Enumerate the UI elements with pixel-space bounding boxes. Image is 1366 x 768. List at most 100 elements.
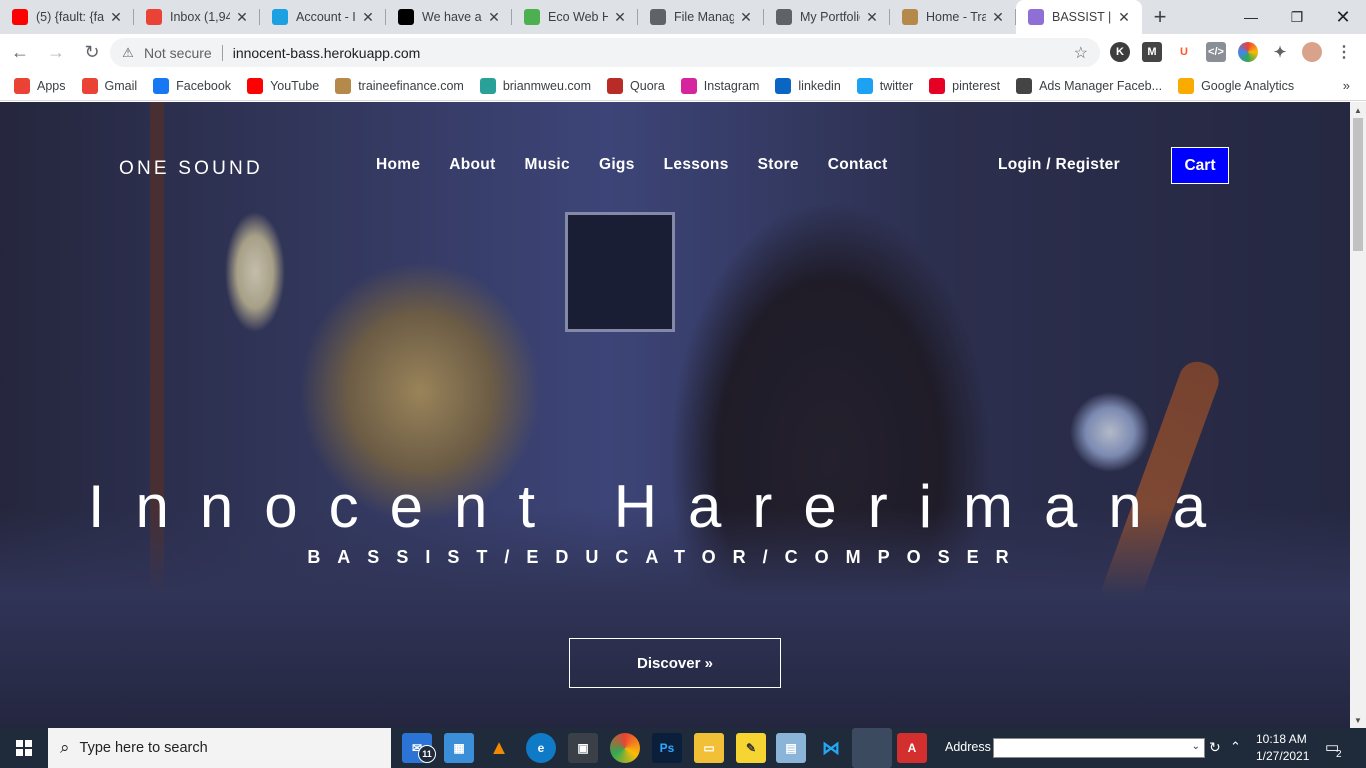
cart-button[interactable]: Cart	[1171, 147, 1229, 184]
tab-label: My Portfolio	[800, 10, 860, 24]
taskbar-address-input[interactable]: ⌄	[993, 738, 1205, 758]
browser-tab[interactable]: Eco Web Ho ✕	[512, 0, 638, 34]
tab-close-icon[interactable]: ✕	[738, 9, 754, 26]
back-button[interactable]: ←	[4, 37, 36, 69]
extensions-puzzle-icon[interactable]: ✦	[1270, 42, 1290, 62]
photoshop-taskbar-icon[interactable]: Ps	[652, 733, 682, 763]
vlc-taskbar-icon[interactable]: ▲	[484, 733, 514, 763]
bookmark-item[interactable]: traineefinance.com	[335, 77, 464, 94]
tab-label: We have a n	[422, 10, 482, 24]
nav-link-gigs[interactable]: Gigs	[599, 156, 635, 174]
globe-icon	[776, 9, 792, 25]
nav-link-contact[interactable]: Contact	[828, 156, 888, 174]
scrollbar-thumb[interactable]	[1353, 118, 1363, 251]
browser-tab[interactable]: Inbox (1,940 ✕	[134, 0, 260, 34]
scroll-down-arrow[interactable]: ▼	[1350, 712, 1366, 728]
clock-time[interactable]: 10:18 AM	[1256, 732, 1307, 746]
extension-color-icon[interactable]	[1238, 42, 1258, 62]
bookmarks-more-button[interactable]: »	[1343, 78, 1350, 93]
page-scrollbar[interactable]: ▲ ▼	[1350, 102, 1366, 728]
taskbar-search-box[interactable]: ⌕ Type here to search	[48, 728, 391, 768]
menu-kebab-icon[interactable]: ⋮	[1334, 42, 1354, 62]
notepad-taskbar-icon[interactable]: ▤	[776, 733, 806, 763]
refresh-icon[interactable]: ↻	[1209, 739, 1221, 756]
bookmark-item[interactable]: brianmweu.com	[479, 77, 591, 94]
bookmark-label: YouTube	[270, 78, 320, 93]
bookmark-item[interactable]: Quora	[607, 77, 665, 94]
bookmark-item[interactable]: Apps	[14, 77, 66, 94]
file-explorer-taskbar-icon[interactable]: ▭	[694, 733, 724, 763]
bookmark-item[interactable]: Instagram	[680, 77, 759, 94]
site-nav: Home About Music Gigs Lessons Store Contact	[376, 156, 917, 174]
chrome-active-taskbar-icon[interactable]	[852, 728, 892, 768]
bookmark-item[interactable]: Facebook	[153, 77, 231, 94]
tab-close-icon[interactable]: ✕	[486, 9, 502, 26]
address-bar[interactable]: ⚠ Not secure innocent-bass.herokuapp.com…	[110, 38, 1100, 67]
extension-code-icon[interactable]: </>	[1206, 42, 1226, 62]
tab-label: (5) {fault: {fa	[36, 10, 104, 24]
login-register-link[interactable]: Login / Register	[998, 156, 1120, 174]
clock-date[interactable]: 1/27/2021	[1256, 749, 1309, 763]
extension-u-icon[interactable]: U	[1174, 42, 1194, 62]
maximize-button[interactable]: ❐	[1274, 0, 1320, 34]
browser-tab[interactable]: BASSIST | Inn ✕	[1016, 0, 1142, 34]
tab-close-icon[interactable]: ✕	[990, 9, 1006, 26]
tab-close-icon[interactable]: ✕	[360, 9, 376, 26]
tab-close-icon[interactable]: ✕	[108, 9, 124, 26]
forward-button[interactable]: →	[40, 37, 72, 69]
site-brand[interactable]: ONE SOUND	[119, 158, 263, 180]
profile-avatar[interactable]	[1302, 42, 1322, 62]
gmail-icon	[146, 9, 162, 25]
nav-link-home[interactable]: Home	[376, 156, 420, 174]
warning-icon[interactable]: ⚠	[120, 45, 136, 61]
browser-tab[interactable]: File Manage ✕	[638, 0, 764, 34]
minimize-button[interactable]: —	[1228, 0, 1274, 34]
acrobat-taskbar-icon[interactable]: A	[897, 733, 927, 763]
new-tab-button[interactable]: +	[1142, 0, 1178, 34]
tab-close-icon[interactable]: ✕	[612, 9, 628, 26]
hero-title: Innocent Harerimana	[87, 473, 1238, 540]
security-label[interactable]: Not secure	[144, 45, 212, 61]
tab-label: File Manage	[674, 10, 734, 24]
bookmark-item[interactable]: linkedin	[775, 77, 841, 94]
bookmark-star-icon[interactable]: ☆	[1074, 43, 1088, 63]
bookmark-item[interactable]: pinterest	[929, 77, 1000, 94]
bookmark-item[interactable]: Google Analytics	[1178, 77, 1294, 94]
chrome-taskbar-icon[interactable]	[610, 733, 640, 763]
tray-chevron-up-icon[interactable]: ⌃	[1230, 739, 1241, 755]
control-panel-taskbar-icon[interactable]: ▦	[444, 733, 474, 763]
url-text[interactable]: innocent-bass.herokuapp.com	[233, 45, 421, 61]
extension-k-icon[interactable]: K	[1110, 42, 1130, 62]
scroll-up-arrow[interactable]: ▲	[1350, 102, 1366, 118]
discover-button[interactable]: Discover »	[569, 638, 781, 688]
browser-tab[interactable]: (5) {fault: {fa ✕	[0, 0, 134, 34]
browser-tab[interactable]: We have a n ✕	[386, 0, 512, 34]
nav-link-about[interactable]: About	[449, 156, 495, 174]
bookmark-item[interactable]: YouTube	[247, 77, 320, 94]
edge-taskbar-icon[interactable]: e	[526, 733, 556, 763]
tab-strip: (5) {fault: {fa✕Inbox (1,940✕Account - I…	[0, 0, 1366, 34]
bookmark-item[interactable]: twitter	[856, 77, 913, 94]
extension-m-icon[interactable]: M	[1142, 42, 1162, 62]
browser-tab[interactable]: My Portfolio ✕	[764, 0, 890, 34]
nav-link-store[interactable]: Store	[758, 156, 799, 174]
tab-close-icon[interactable]: ✕	[864, 9, 880, 26]
nav-link-music[interactable]: Music	[525, 156, 570, 174]
browser-tab[interactable]: Account - In ✕	[260, 0, 386, 34]
nav-link-lessons[interactable]: Lessons	[664, 156, 729, 174]
bookmark-item[interactable]: Gmail	[81, 77, 137, 94]
vscode-taskbar-icon[interactable]: ⋈	[816, 733, 846, 763]
tab-close-icon[interactable]: ✕	[234, 9, 250, 26]
window-close-button[interactable]: ✕	[1320, 0, 1366, 34]
windows-start-button[interactable]	[0, 728, 48, 768]
sticky-notes-taskbar-icon[interactable]: ✎	[736, 733, 766, 763]
reload-button[interactable]: ↻	[76, 37, 108, 69]
hero-overlay	[0, 102, 1350, 728]
chevron-down-icon[interactable]: ⌄	[1192, 741, 1200, 752]
store-taskbar-icon[interactable]: ▣	[568, 733, 598, 763]
quora-icon	[607, 77, 624, 94]
tab-close-icon[interactable]: ✕	[1116, 9, 1132, 26]
bookmark-item[interactable]: Ads Manager Faceb...	[1016, 77, 1162, 94]
browser-tab[interactable]: Home - Trai ✕	[890, 0, 1016, 34]
gmail-icon	[81, 77, 98, 94]
